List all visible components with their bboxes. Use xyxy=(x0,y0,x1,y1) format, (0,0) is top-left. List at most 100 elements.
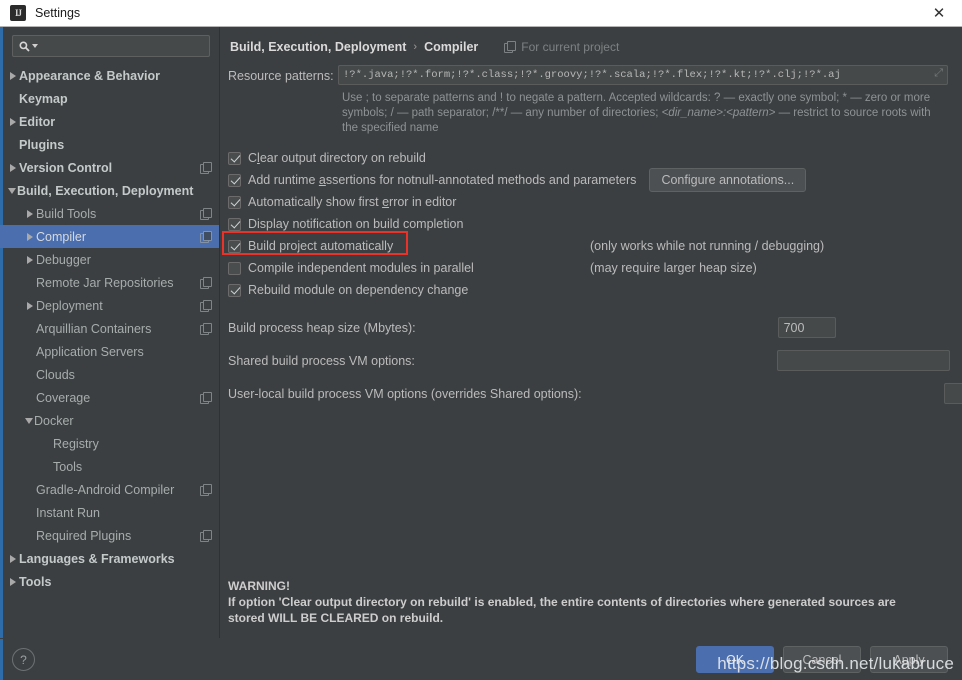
sidebar-item-label: Arquillian Containers xyxy=(36,321,152,336)
sidebar-item-arquillian-containers[interactable]: Arquillian Containers xyxy=(0,317,219,340)
chevron-right-icon[interactable] xyxy=(10,577,16,586)
checkbox-add-runtime-assertions-for-notnull-annot[interactable] xyxy=(228,173,241,187)
label-text: Add runtime xyxy=(248,173,319,187)
sidebar-item-version-control[interactable]: Version Control xyxy=(0,156,219,179)
checkbox-display-notification-on-build-completion[interactable] xyxy=(228,217,241,231)
checkbox-row-clear-output-directory-on-rebuild[interactable]: Clear output directory on rebuild xyxy=(228,147,962,169)
chevron-right-icon[interactable] xyxy=(10,117,16,126)
checkbox-label: Display notification on build completion xyxy=(248,217,463,231)
sidebar-item-label: Deployment xyxy=(36,298,103,313)
chevron-down-icon[interactable] xyxy=(25,417,33,424)
sidebar-item-appearance-behavior[interactable]: Appearance & Behavior xyxy=(0,64,219,87)
checkbox-label: Automatically show first error in editor xyxy=(248,195,456,209)
label-text: Automatically show first xyxy=(248,195,383,209)
resource-patterns-hint: Use ; to separate patterns and ! to nega… xyxy=(342,91,948,136)
chevron-down-icon[interactable] xyxy=(8,187,16,194)
ok-button[interactable]: OK xyxy=(696,646,774,673)
sidebar-item-label: Tools xyxy=(19,574,52,589)
sidebar-item-coverage[interactable]: Coverage xyxy=(0,386,219,409)
sidebar-item-build-tools[interactable]: Build Tools xyxy=(0,202,219,225)
sidebar-item-gradle-android-compiler[interactable]: Gradle-Android Compiler xyxy=(0,478,219,501)
compiler-options-list: Clear output directory on rebuild Add run… xyxy=(220,136,962,301)
resource-patterns-field[interactable]: !?*.java;!?*.form;!?*.class;!?*.groovy;!… xyxy=(338,65,948,85)
input-shared-build-process-vm-options[interactable] xyxy=(776,350,950,371)
sidebar-item-registry[interactable]: Registry xyxy=(0,432,219,455)
sidebar-item-label: Tools xyxy=(53,459,83,474)
sidebar-item-plugins[interactable]: Plugins xyxy=(0,133,219,156)
sidebar-item-languages-frameworks[interactable]: Languages & Frameworks xyxy=(0,547,219,570)
chevron-right-icon[interactable] xyxy=(10,554,16,563)
chevron-right-icon[interactable] xyxy=(10,163,16,172)
checkbox-label: Rebuild module on dependency change xyxy=(248,283,468,297)
sidebar-item-docker[interactable]: Docker xyxy=(0,409,219,432)
window-titlebar: IJ Settings ✕ xyxy=(0,0,962,27)
checkbox-row-compile-independent-modules-in-parallel[interactable]: Compile independent modules in parallel (… xyxy=(228,257,962,279)
project-scope-icon xyxy=(200,231,212,243)
sidebar-item-label: Build, Execution, Deployment xyxy=(17,183,194,198)
project-scope-icon xyxy=(200,277,212,289)
help-icon[interactable]: ? xyxy=(12,648,35,671)
checkbox-row-build-project-automatically[interactable]: Build project automatically (only works w… xyxy=(222,231,962,257)
sidebar-item-instant-run[interactable]: Instant Run xyxy=(0,501,219,524)
sidebar-item-editor[interactable]: Editor xyxy=(0,110,219,133)
sidebar-item-tools[interactable]: Tools xyxy=(0,570,219,593)
checkbox-row-rebuild-module-on-dependency-change[interactable]: Rebuild module on dependency change xyxy=(228,279,962,301)
sidebar-item-debugger[interactable]: Debugger xyxy=(0,248,219,271)
checkbox-label: Add runtime assertions for notnull-annot… xyxy=(248,173,636,187)
expand-icon[interactable] xyxy=(932,67,943,81)
breadcrumb-root[interactable]: Build, Execution, Deployment xyxy=(230,40,406,54)
sidebar-item-required-plugins[interactable]: Required Plugins xyxy=(0,524,219,547)
sidebar-item-label: Gradle-Android Compiler xyxy=(36,482,175,497)
sidebar-item-label: Version Control xyxy=(19,160,113,175)
intellij-idea-icon: IJ xyxy=(10,5,26,21)
label-text: Compile independent modules in parallel xyxy=(248,261,474,275)
apply-button[interactable]: Apply xyxy=(870,646,948,673)
sidebar-item-deployment[interactable]: Deployment xyxy=(0,294,219,317)
label-mnemonic: e xyxy=(382,195,390,209)
field-row-user-local-build-process-vm-options-over: User-local build process VM options (ove… xyxy=(228,383,962,404)
sidebar-item-label: Plugins xyxy=(19,137,65,152)
sidebar-item-clouds[interactable]: Clouds xyxy=(0,363,219,386)
checkbox-row-display-notification-on-build-completion[interactable]: Display notification on build completion xyxy=(228,213,962,235)
cancel-button[interactable]: Cancel xyxy=(783,646,861,673)
field-row-shared-build-process-vm-options: Shared build process VM options: xyxy=(228,350,950,371)
compiler-fields: Build process heap size (Mbytes): Shared … xyxy=(220,301,962,404)
sidebar-item-tools[interactable]: Tools xyxy=(0,455,219,478)
project-scope-icon xyxy=(504,40,517,53)
settings-tree: Appearance & Behavior Keymap Editor Plugins… xyxy=(0,61,219,593)
chevron-right-icon[interactable] xyxy=(27,209,33,218)
warning-heading: WARNING! xyxy=(228,579,290,593)
search-box[interactable] xyxy=(12,35,210,57)
checkbox-clear-output-directory-on-rebuild[interactable] xyxy=(228,151,241,165)
sidebar-item-label: Build Tools xyxy=(36,206,97,221)
sidebar-item-keymap[interactable]: Keymap xyxy=(0,87,219,110)
sidebar-item-compiler[interactable]: Compiler xyxy=(0,225,219,248)
sidebar-item-remote-jar-repositories[interactable]: Remote Jar Repositories xyxy=(0,271,219,294)
close-icon[interactable]: ✕ xyxy=(916,0,962,26)
input-user-local-build-process-vm-options-over[interactable] xyxy=(943,383,962,404)
checkbox-row-add-runtime-assertions-for-notnull-annot[interactable]: Add runtime assertions for notnull-annot… xyxy=(228,168,962,192)
sidebar-item-label: Clouds xyxy=(36,367,75,382)
checkbox-automatically-show-first-error-in-editor[interactable] xyxy=(228,195,241,209)
settings-main-panel: Build, Execution, Deployment › Compiler … xyxy=(220,27,962,638)
chevron-right-icon[interactable] xyxy=(27,232,33,241)
dialog-footer: ? OK Cancel Apply https://blog.csdn.net/… xyxy=(0,638,962,680)
search-icon xyxy=(19,41,30,52)
checkbox-compile-independent-modules-in-parallel[interactable] xyxy=(228,261,241,275)
checkbox-build-project-automatically[interactable] xyxy=(228,239,241,253)
chevron-right-icon[interactable] xyxy=(10,71,16,80)
checkbox-rebuild-module-on-dependency-change[interactable] xyxy=(228,283,241,297)
chevron-right-icon[interactable] xyxy=(27,255,33,264)
chevron-right-icon[interactable] xyxy=(27,301,33,310)
sidebar-item-label: Registry xyxy=(53,436,99,451)
input-build-process-heap-size-mbytes[interactable] xyxy=(777,317,836,338)
for-current-project-text: For current project xyxy=(521,40,620,54)
option-note: (may require larger heap size) xyxy=(590,261,757,275)
checkbox-row-automatically-show-first-error-in-editor[interactable]: Automatically show first error in editor xyxy=(228,191,962,213)
configure-annotations-button[interactable]: Configure annotations... xyxy=(649,168,807,192)
search-input[interactable] xyxy=(38,39,203,53)
sidebar-item-label: Editor xyxy=(19,114,56,129)
sidebar-item-application-servers[interactable]: Application Servers xyxy=(0,340,219,363)
sidebar-item-build-execution-deployment[interactable]: Build, Execution, Deployment xyxy=(0,179,219,202)
resource-patterns-value[interactable]: !?*.java;!?*.form;!?*.class;!?*.groovy;!… xyxy=(343,69,932,81)
